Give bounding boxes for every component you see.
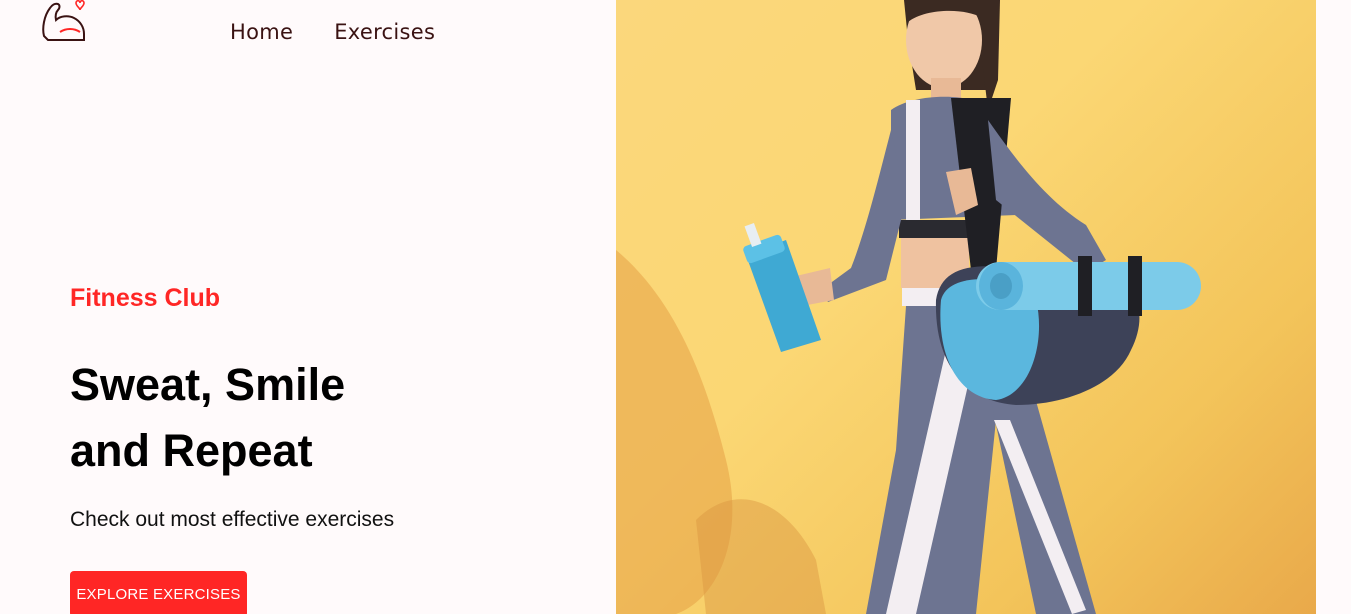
hero-banner-image: [616, 0, 1316, 614]
flexed-arm-heart-icon[interactable]: [38, 0, 90, 46]
main-nav: Home Exercises: [230, 20, 435, 44]
athlete-photo: [616, 0, 1201, 614]
nav-link-exercises[interactable]: Exercises: [334, 20, 435, 44]
hero-eyebrow: Fitness Club: [70, 284, 221, 312]
logo-svg: [42, 0, 85, 41]
hero-headline: Sweat, Smile and Repeat: [70, 352, 345, 484]
hero-headline-line-1: Sweat, Smile: [70, 359, 346, 410]
page: Home Exercises Fitness Club Sweat, Smile…: [0, 0, 1351, 614]
explore-exercises-button[interactable]: EXPLORE EXERCISES: [70, 571, 247, 614]
nav-link-home[interactable]: Home: [230, 20, 293, 44]
hero-subtext: Check out most effective exercises: [70, 508, 395, 531]
hero-headline-line-2: and Repeat: [70, 425, 313, 476]
